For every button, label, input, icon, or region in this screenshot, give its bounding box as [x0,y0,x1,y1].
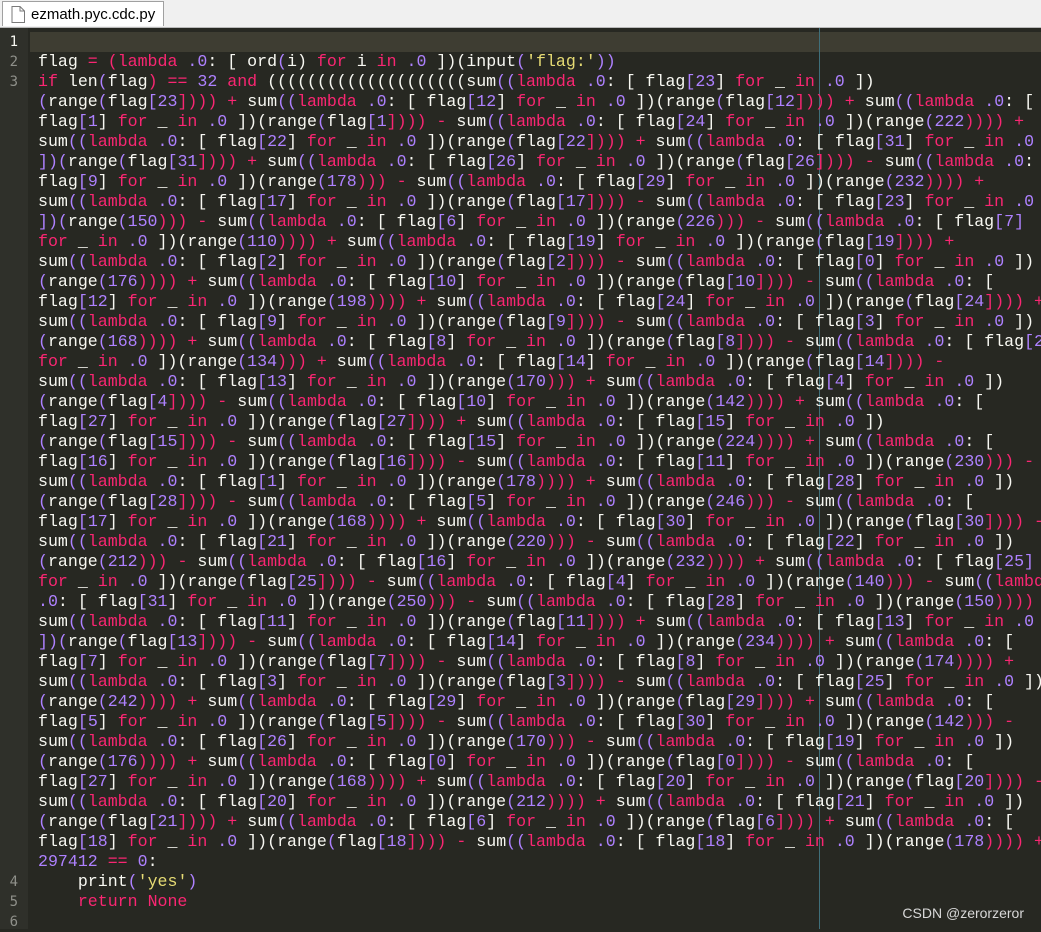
code-line: (range(242)))) + sum((lambda .0: [ flag[… [38,692,1041,712]
code-line: sum((lambda .0: [ flag[3] for _ in .0 ])… [38,672,1041,692]
code-block: flag = (lambda .0: [ ord(i) for i in .0 … [38,52,1041,872]
code-line: (range(176)))) + sum((lambda .0: [ flag[… [38,752,1041,772]
code-line: (range(flag[28]))) - sum((lambda .0: [ f… [38,492,1041,512]
code-line: for _ in .0 ])(range(134))) + sum((lambd… [38,352,1041,372]
code-line: ])(range(flag[31]))) + sum((lambda .0: [… [38,152,1041,172]
code-line: if len(flag) == 32 and (((((((((((((((((… [38,72,1041,92]
code-line: ])(range(150))) - sum((lambda .0: [ flag… [38,212,1041,232]
code-line: sum((lambda .0: [ flag[17] for _ in .0 ]… [38,192,1041,212]
code-line-5: return None [38,892,187,912]
code-editor[interactable]: 1 2 3 4 5 6 flag = (lambda .0: [ ord(i) … [0,28,1041,929]
code-line: flag[1] for _ in .0 ])(range(flag[1]))) … [38,112,1041,132]
code-line: flag = (lambda .0: [ ord(i) for i in .0 … [38,52,1041,72]
code-line: flag[17] for _ in .0 ])(range(168)))) + … [38,512,1041,532]
tab-bar: ezmath.pyc.cdc.py [0,0,1041,28]
code-line: flag[9] for _ in .0 ])(range(178))) - su… [38,172,1041,192]
code-line: .0: [ flag[31] for _ in .0 ])(range(250)… [38,592,1041,612]
current-line-highlight [30,32,1041,52]
code-line: sum((lambda .0: [ flag[1] for _ in .0 ])… [38,472,1041,492]
code-line: flag[7] for _ in .0 ])(range(flag[7]))) … [38,652,1041,672]
line-number-gutter: 1 2 3 4 5 6 [0,28,28,929]
code-line: flag[12] for _ in .0 ])(range(198)))) + … [38,292,1041,312]
code-line: flag[27] for _ in .0 ])(range(168)))) + … [38,772,1041,792]
code-line: (range(flag[23]))) + sum((lambda .0: [ f… [38,92,1041,112]
code-line: sum((lambda .0: [ flag[20] for _ in .0 ]… [38,792,1041,812]
tab-ezmath-pyc-cdc-py[interactable]: ezmath.pyc.cdc.py [2,1,164,26]
code-line: (range(flag[4]))) - sum((lambda .0: [ fl… [38,392,1041,412]
code-line: (range(flag[21]))) + sum((lambda .0: [ f… [38,812,1041,832]
code-line: (range(212))) - sum((lambda .0: [ flag[1… [38,552,1041,572]
line-number: 5 [0,892,18,912]
code-line: flag[27] for _ in .0 ])(range(flag[27]))… [38,412,1041,432]
code-line: (range(flag[15]))) - sum((lambda .0: [ f… [38,432,1041,452]
code-line-4: print('yes') [38,872,197,892]
line-number: 2 [0,52,18,72]
line-number: 3 [0,72,18,92]
code-line: flag[18] for _ in .0 ])(range(flag[18]))… [38,832,1041,852]
code-line: flag[5] for _ in .0 ])(range(flag[5]))) … [38,712,1041,732]
line-number: 6 [0,912,18,932]
code-line: for _ in .0 ])(range(110)))) + sum((lamb… [38,232,1041,252]
code-line: sum((lambda .0: [ flag[9] for _ in .0 ])… [38,312,1041,332]
code-line: sum((lambda .0: [ flag[2] for _ in .0 ])… [38,252,1041,272]
code-line: sum((lambda .0: [ flag[13] for _ in .0 ]… [38,372,1041,392]
code-line: ])(range(flag[13]))) - sum((lambda .0: [… [38,632,1041,652]
file-icon [11,6,25,23]
code-line: 297412 == 0: [38,852,1041,872]
code-line: sum((lambda .0: [ flag[21] for _ in .0 ]… [38,532,1041,552]
tab-title: ezmath.pyc.cdc.py [31,6,155,23]
line-number: 1 [0,32,18,52]
code-line: sum((lambda .0: [ flag[11] for _ in .0 ]… [38,612,1041,632]
code-line: (range(168)))) + sum((lambda .0: [ flag[… [38,332,1041,352]
line-number: 4 [0,872,18,892]
code-line: for _ in .0 ])(range(flag[25]))) - sum((… [38,572,1041,592]
code-line: (range(176)))) + sum((lambda .0: [ flag[… [38,272,1041,292]
code-line: sum((lambda .0: [ flag[26] for _ in .0 ]… [38,732,1041,752]
code-line: flag[16] for _ in .0 ])(range(flag[16]))… [38,452,1041,472]
watermark: CSDN @zerorzeror [902,905,1024,921]
code-line: sum((lambda .0: [ flag[22] for _ in .0 ]… [38,132,1041,152]
